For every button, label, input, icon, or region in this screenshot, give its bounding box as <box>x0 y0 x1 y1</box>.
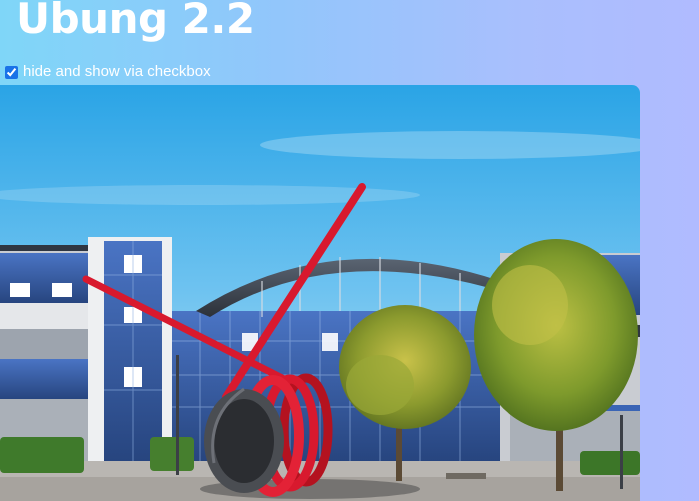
toggle-label: hide and show via checkbox <box>23 63 211 80</box>
toggle-row[interactable]: hide and show via checkbox <box>4 63 211 81</box>
page-title: Übung 2.2 <box>16 0 255 43</box>
toggle-checkbox[interactable] <box>5 65 18 79</box>
campus-photo <box>0 85 640 501</box>
